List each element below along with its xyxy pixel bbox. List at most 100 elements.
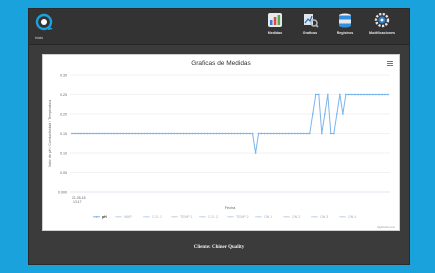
data-point <box>251 132 254 135</box>
data-point <box>149 132 152 135</box>
y-tick-label: 0.20 <box>60 113 67 117</box>
data-point <box>375 93 377 96</box>
data-point <box>74 132 76 135</box>
data-point <box>212 132 215 135</box>
data-point <box>272 132 275 135</box>
nav-registros[interactable]: Registros <box>328 12 362 42</box>
legend-marker <box>229 215 232 218</box>
data-point <box>360 93 362 96</box>
top-navbar: Inicio Medidas Graficas Registros Modifi… <box>29 9 409 45</box>
data-point <box>200 132 203 135</box>
legend-marker <box>285 215 288 218</box>
data-point <box>290 132 293 135</box>
data-point <box>384 93 386 96</box>
data-point <box>302 132 305 135</box>
data-point <box>278 132 281 135</box>
database-icon <box>339 13 351 28</box>
data-point <box>110 132 113 135</box>
data-point <box>167 132 170 135</box>
data-point <box>101 132 103 135</box>
legend-marker <box>341 215 344 218</box>
app-window: Inicio Medidas Graficas Registros Modifi… <box>28 8 410 265</box>
y-tick-label: 0.25 <box>60 93 67 97</box>
data-point <box>179 132 182 135</box>
y-tick-label: 0.30 <box>60 74 67 78</box>
series-line-ph <box>72 94 388 154</box>
data-point <box>119 132 122 135</box>
data-point <box>116 132 119 135</box>
data-point <box>158 132 161 135</box>
legend-marker <box>173 215 176 218</box>
data-point <box>248 132 251 135</box>
data-point <box>311 113 314 115</box>
data-point <box>357 93 359 96</box>
legend-marker <box>117 215 120 218</box>
data-point <box>227 132 230 135</box>
charts-icon <box>304 14 319 28</box>
data-point <box>80 132 82 135</box>
x-axis-label: Fecha <box>225 206 236 210</box>
data-point <box>224 132 227 135</box>
data-point <box>131 132 134 135</box>
data-point <box>275 132 278 135</box>
data-point <box>197 132 200 135</box>
data-point <box>203 132 206 135</box>
data-point <box>284 132 287 135</box>
data-point <box>140 132 143 135</box>
data-point <box>98 132 100 135</box>
data-point <box>92 132 94 135</box>
data-point <box>314 93 317 96</box>
legend-item: ON 2 <box>292 215 300 219</box>
data-point <box>230 132 233 135</box>
data-point <box>344 93 347 96</box>
data-point <box>353 93 356 96</box>
legend-item: ON 1 <box>264 215 272 219</box>
legend-item: NMP <box>124 215 132 219</box>
nav-modificaciones[interactable]: Modificaciones <box>365 12 399 42</box>
legend-marker <box>201 215 204 218</box>
data-point <box>209 132 212 135</box>
legend-item: ON 4 <box>348 215 356 219</box>
y-tick-label: 0.15 <box>60 132 67 136</box>
data-point <box>71 132 73 135</box>
data-point <box>269 132 272 135</box>
legend-item: TEMP 1 <box>180 215 193 219</box>
data-point <box>236 132 239 135</box>
data-point <box>260 132 263 135</box>
data-point <box>233 132 236 135</box>
data-point <box>194 132 197 135</box>
nav-graficas[interactable]: Graficas <box>293 12 327 42</box>
data-point <box>323 113 326 115</box>
data-point <box>170 132 173 135</box>
legend-item: pH <box>102 215 107 219</box>
chart-panel: Graficas de Medidas 0.000 0.05 0.10 0.15 0.2… <box>42 54 400 231</box>
legend-marker <box>313 215 316 218</box>
data-point <box>95 132 97 135</box>
data-point <box>320 132 323 135</box>
data-point <box>287 132 290 135</box>
data-point <box>221 132 224 135</box>
data-point <box>134 132 137 135</box>
nav-modificaciones-label: Modificaciones <box>369 31 395 35</box>
y-tick-label: 0.000 <box>58 191 67 195</box>
data-point <box>266 132 269 135</box>
data-point <box>308 132 311 135</box>
footer-client: Cliente: Chiner Quality <box>193 245 245 250</box>
legend-marker <box>257 215 260 218</box>
nav-medidas[interactable]: Medidas <box>258 12 292 42</box>
data-point <box>128 132 131 135</box>
data-point <box>254 152 257 154</box>
data-point <box>281 132 284 135</box>
data-point <box>329 132 332 135</box>
data-point <box>305 132 308 135</box>
data-point <box>86 132 88 135</box>
chart-credits: Highcharts.com <box>377 225 395 229</box>
legend-item: C.D. 1 <box>152 215 162 219</box>
data-point <box>191 132 194 135</box>
data-point <box>77 132 79 135</box>
data-point <box>185 132 188 135</box>
settings-icon <box>374 12 390 28</box>
data-point <box>146 132 149 135</box>
y-tick-label: 0.10 <box>60 152 67 156</box>
y-tick-label: 0.05 <box>60 171 67 175</box>
